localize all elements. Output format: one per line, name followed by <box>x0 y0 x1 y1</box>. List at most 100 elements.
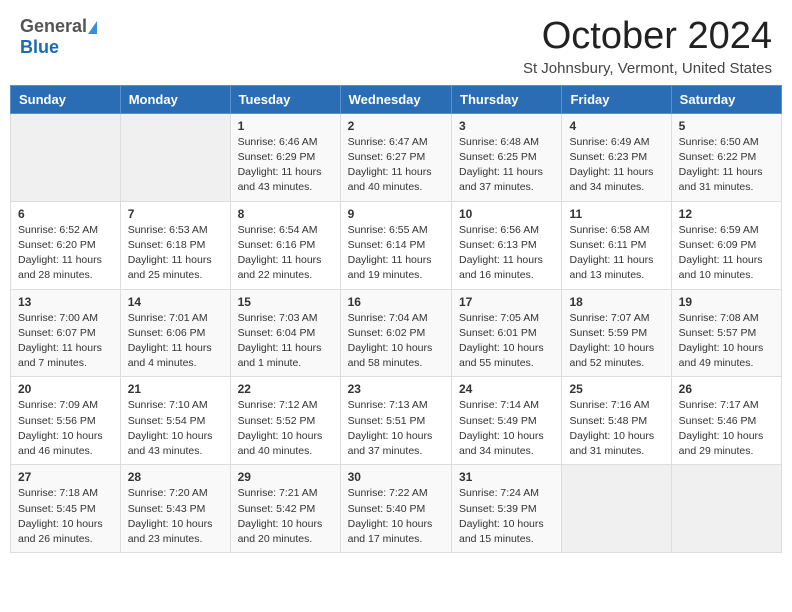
day-info: Sunrise: 6:50 AMSunset: 6:22 PMDaylight:… <box>679 135 774 196</box>
weekday-header-saturday: Saturday <box>671 85 781 113</box>
day-info: Sunrise: 6:59 AMSunset: 6:09 PMDaylight:… <box>679 223 774 284</box>
day-info: Sunrise: 6:53 AMSunset: 6:18 PMDaylight:… <box>128 223 223 284</box>
day-info: Sunrise: 7:18 AMSunset: 5:45 PMDaylight:… <box>18 486 113 547</box>
page-header: General Blue October 2024 St Johnsbury, … <box>0 0 792 85</box>
day-info: Sunrise: 7:12 AMSunset: 5:52 PMDaylight:… <box>238 398 333 459</box>
day-number: 6 <box>18 207 113 221</box>
day-info: Sunrise: 7:21 AMSunset: 5:42 PMDaylight:… <box>238 486 333 547</box>
calendar-cell: 2Sunrise: 6:47 AMSunset: 6:27 PMDaylight… <box>340 113 451 201</box>
day-number: 30 <box>348 470 444 484</box>
calendar-cell: 13 Sunrise: 7:00 AMSunset: 6:07 PMDayligh… <box>11 289 121 377</box>
calendar-cell: 28 Sunrise: 7:20 AMSunset: 5:43 PMDayligh… <box>120 465 230 553</box>
calendar-cell: 3 Sunrise: 6:48 AMSunset: 6:25 PMDaylight… <box>452 113 562 201</box>
calendar-cell <box>671 465 781 553</box>
day-info: Sunrise: 7:03 AMSunset: 6:04 PMDaylight:… <box>238 311 333 372</box>
day-number: 16 <box>348 295 444 309</box>
day-number: 18 <box>569 295 663 309</box>
day-number: 15 <box>238 295 333 309</box>
calendar-cell: 10Sunrise: 6:56 AMSunset: 6:13 PMDayligh… <box>452 201 562 289</box>
calendar-cell: 5 Sunrise: 6:50 AMSunset: 6:22 PMDaylight… <box>671 113 781 201</box>
day-number: 4 <box>569 119 663 133</box>
calendar-cell: 21 Sunrise: 7:10 AMSunset: 5:54 PMDayligh… <box>120 377 230 465</box>
calendar-cell: 4 Sunrise: 6:49 AMSunset: 6:23 PMDaylight… <box>562 113 671 201</box>
day-number: 1 <box>238 119 333 133</box>
day-number: 19 <box>679 295 774 309</box>
day-info: Sunrise: 6:56 AMSunset: 6:13 PMDaylight:… <box>459 223 554 284</box>
calendar-cell: 17Sunrise: 7:05 AMSunset: 6:01 PMDayligh… <box>452 289 562 377</box>
weekday-header-friday: Friday <box>562 85 671 113</box>
logo: General Blue <box>20 16 97 58</box>
day-number: 11 <box>569 207 663 221</box>
calendar-cell: 18Sunrise: 7:07 AMSunset: 5:59 PMDayligh… <box>562 289 671 377</box>
day-number: 31 <box>459 470 554 484</box>
day-number: 23 <box>348 382 444 396</box>
logo-blue-text: Blue <box>20 37 59 58</box>
day-number: 22 <box>238 382 333 396</box>
day-number: 26 <box>679 382 774 396</box>
calendar-cell <box>11 113 121 201</box>
day-number: 12 <box>679 207 774 221</box>
calendar-cell: 20Sunrise: 7:09 AMSunset: 5:56 PMDayligh… <box>11 377 121 465</box>
day-info: Sunrise: 7:01 AMSunset: 6:06 PMDaylight:… <box>128 311 223 372</box>
calendar-cell: 22 Sunrise: 7:12 AMSunset: 5:52 PMDayligh… <box>230 377 340 465</box>
day-info: Sunrise: 7:08 AMSunset: 5:57 PMDaylight:… <box>679 311 774 372</box>
day-info: Sunrise: 6:52 AMSunset: 6:20 PMDaylight:… <box>18 223 113 284</box>
calendar-cell: 14 Sunrise: 7:01 AMSunset: 6:06 PMDayligh… <box>120 289 230 377</box>
title-block: October 2024 St Johnsbury, Vermont, Unit… <box>523 16 772 77</box>
day-info: Sunrise: 6:58 AMSunset: 6:11 PMDaylight:… <box>569 223 663 284</box>
calendar-cell: 27Sunrise: 7:18 AMSunset: 5:45 PMDayligh… <box>11 465 121 553</box>
day-info: Sunrise: 7:14 AMSunset: 5:49 PMDaylight:… <box>459 398 554 459</box>
day-info: Sunrise: 7:00 AMSunset: 6:07 PMDaylight:… <box>18 311 113 372</box>
day-number: 20 <box>18 382 113 396</box>
day-info: Sunrise: 6:48 AMSunset: 6:25 PMDaylight:… <box>459 135 554 196</box>
logo-arrow-icon <box>88 21 97 34</box>
day-info: Sunrise: 6:55 AMSunset: 6:14 PMDaylight:… <box>348 223 444 284</box>
day-number: 7 <box>128 207 223 221</box>
day-info: Sunrise: 7:13 AMSunset: 5:51 PMDaylight:… <box>348 398 444 459</box>
day-info: Sunrise: 6:46 AMSunset: 6:29 PMDaylight:… <box>238 135 333 196</box>
calendar-week-0: 1 Sunrise: 6:46 AMSunset: 6:29 PMDaylight… <box>11 113 782 201</box>
weekday-header-sunday: Sunday <box>11 85 121 113</box>
day-info: Sunrise: 7:17 AMSunset: 5:46 PMDaylight:… <box>679 398 774 459</box>
calendar-week-4: 27Sunrise: 7:18 AMSunset: 5:45 PMDayligh… <box>11 465 782 553</box>
day-number: 13 <box>18 295 113 309</box>
day-info: Sunrise: 7:05 AMSunset: 6:01 PMDaylight:… <box>459 311 554 372</box>
calendar-cell: 7 Sunrise: 6:53 AMSunset: 6:18 PMDaylight… <box>120 201 230 289</box>
calendar-cell: 24Sunrise: 7:14 AMSunset: 5:49 PMDayligh… <box>452 377 562 465</box>
day-info: Sunrise: 7:22 AMSunset: 5:40 PMDaylight:… <box>348 486 444 547</box>
calendar-cell: 16Sunrise: 7:04 AMSunset: 6:02 PMDayligh… <box>340 289 451 377</box>
day-info: Sunrise: 7:24 AMSunset: 5:39 PMDaylight:… <box>459 486 554 547</box>
day-number: 28 <box>128 470 223 484</box>
day-info: Sunrise: 6:49 AMSunset: 6:23 PMDaylight:… <box>569 135 663 196</box>
day-number: 29 <box>238 470 333 484</box>
calendar-table: SundayMondayTuesdayWednesdayThursdayFrid… <box>10 85 782 553</box>
calendar-wrapper: SundayMondayTuesdayWednesdayThursdayFrid… <box>0 85 792 563</box>
calendar-body: 1 Sunrise: 6:46 AMSunset: 6:29 PMDaylight… <box>11 113 782 552</box>
day-number: 21 <box>128 382 223 396</box>
day-info: Sunrise: 7:20 AMSunset: 5:43 PMDaylight:… <box>128 486 223 547</box>
calendar-cell <box>562 465 671 553</box>
month-title: October 2024 <box>523 16 772 58</box>
day-number: 14 <box>128 295 223 309</box>
weekday-header-row: SundayMondayTuesdayWednesdayThursdayFrid… <box>11 85 782 113</box>
location-text: St Johnsbury, Vermont, United States <box>523 60 772 77</box>
day-info: Sunrise: 7:10 AMSunset: 5:54 PMDaylight:… <box>128 398 223 459</box>
calendar-cell <box>120 113 230 201</box>
calendar-cell: 11 Sunrise: 6:58 AMSunset: 6:11 PMDayligh… <box>562 201 671 289</box>
calendar-cell: 1 Sunrise: 6:46 AMSunset: 6:29 PMDaylight… <box>230 113 340 201</box>
calendar-cell: 30 Sunrise: 7:22 AMSunset: 5:40 PMDayligh… <box>340 465 451 553</box>
calendar-cell: 6 Sunrise: 6:52 AMSunset: 6:20 PMDaylight… <box>11 201 121 289</box>
calendar-cell: 15 Sunrise: 7:03 AMSunset: 6:04 PMDayligh… <box>230 289 340 377</box>
day-number: 5 <box>679 119 774 133</box>
day-info: Sunrise: 6:47 AMSunset: 6:27 PMDaylight:… <box>348 135 444 196</box>
day-number: 3 <box>459 119 554 133</box>
weekday-header-monday: Monday <box>120 85 230 113</box>
weekday-header-tuesday: Tuesday <box>230 85 340 113</box>
weekday-header-wednesday: Wednesday <box>340 85 451 113</box>
day-number: 25 <box>569 382 663 396</box>
day-number: 9 <box>348 207 444 221</box>
calendar-cell: 23 Sunrise: 7:13 AMSunset: 5:51 PMDayligh… <box>340 377 451 465</box>
day-info: Sunrise: 6:54 AMSunset: 6:16 PMDaylight:… <box>238 223 333 284</box>
calendar-cell: 31 Sunrise: 7:24 AMSunset: 5:39 PMDayligh… <box>452 465 562 553</box>
calendar-week-3: 20Sunrise: 7:09 AMSunset: 5:56 PMDayligh… <box>11 377 782 465</box>
